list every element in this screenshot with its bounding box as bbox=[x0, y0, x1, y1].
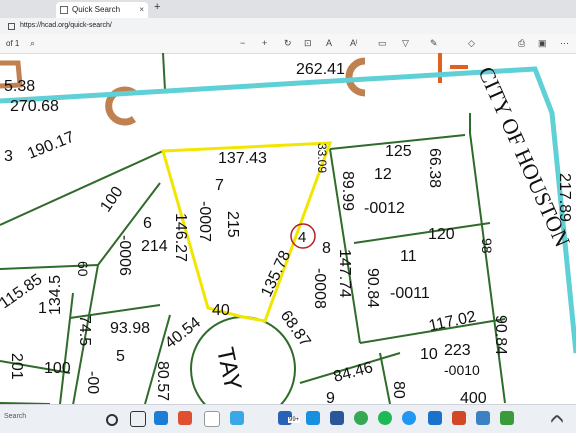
save-icon[interactable]: ▣ bbox=[538, 34, 547, 53]
more-icon[interactable]: ⋯ bbox=[560, 34, 569, 53]
map-label: 11 bbox=[400, 248, 417, 265]
map-label: 134.5 bbox=[47, 275, 64, 315]
zoom-out-icon[interactable]: − bbox=[240, 34, 245, 53]
map-label: 84.46 bbox=[332, 359, 375, 386]
browser-tab-bar: Quick Search × + bbox=[0, 0, 576, 18]
map-label: -00 bbox=[84, 371, 101, 394]
map-label: 89.99 bbox=[339, 171, 356, 211]
map-label: 214 bbox=[141, 238, 168, 255]
app-icon[interactable] bbox=[204, 411, 220, 427]
map-label: 135.78 bbox=[258, 248, 294, 300]
map-label: 98 bbox=[479, 238, 495, 254]
parcel-map-svg: 262.41 5.38 270.68 190.17 3 137.43 7 33.… bbox=[0, 53, 576, 404]
map-label: -0008 bbox=[311, 268, 328, 309]
map-label: 5.38 bbox=[4, 78, 35, 95]
highlight-icon[interactable]: ✎ bbox=[430, 34, 438, 53]
browser-tab[interactable]: Quick Search × bbox=[56, 2, 148, 18]
map-label: -0011 bbox=[390, 285, 430, 302]
map-label: 400 bbox=[460, 390, 487, 404]
powerpoint-icon[interactable] bbox=[452, 411, 466, 425]
map-label: 146.27 bbox=[172, 213, 189, 262]
task-view-icon[interactable] bbox=[130, 411, 146, 427]
map-label: 90.84 bbox=[364, 268, 381, 308]
spotify-icon[interactable] bbox=[378, 411, 392, 425]
map-symbol-shape bbox=[438, 53, 468, 83]
edge-app-icon[interactable] bbox=[230, 411, 244, 425]
map-label: 201 bbox=[8, 353, 25, 380]
draw-icon[interactable]: ▽ bbox=[402, 34, 409, 53]
print-icon[interactable]: ⎙ bbox=[518, 34, 525, 53]
pdf-toolbar: of 1 ⌕ − + ↻ ⊡ A Aˡ ▭ ▽ ✎ ◇ ⎙ ▣ ⋯ bbox=[0, 34, 576, 54]
map-label: 262.41 bbox=[296, 61, 345, 78]
map-label: 7 bbox=[215, 177, 224, 194]
map-label: 270.68 bbox=[10, 98, 59, 115]
close-icon[interactable]: × bbox=[139, 2, 144, 18]
lock-icon bbox=[8, 23, 15, 30]
word-icon[interactable] bbox=[330, 411, 344, 425]
map-label: 100 bbox=[44, 360, 71, 377]
map-label: -0006 bbox=[116, 235, 133, 276]
map-label: 40 bbox=[212, 302, 230, 319]
taskbar: Search 99+ bbox=[0, 404, 576, 433]
zoom-in-icon[interactable]: + bbox=[262, 34, 267, 53]
mail-badge: 99+ bbox=[288, 417, 301, 423]
cortana-icon[interactable] bbox=[106, 414, 118, 426]
map-label: 8 bbox=[322, 240, 331, 257]
ie-icon[interactable] bbox=[428, 411, 442, 425]
new-tab-button[interactable]: + bbox=[154, 1, 160, 13]
map-label: -0012 bbox=[364, 200, 405, 217]
map-label: 10 bbox=[420, 346, 438, 363]
map-label: 9 bbox=[326, 390, 335, 404]
map-label: 100 bbox=[97, 184, 126, 216]
map-label: 6 bbox=[143, 215, 152, 232]
map-label: 120 bbox=[428, 226, 455, 243]
map-label: 147.74 bbox=[336, 249, 353, 298]
read-aloud-icon[interactable]: A bbox=[326, 34, 332, 53]
address-bar[interactable]: https://hcad.org/quick-search/ bbox=[0, 18, 576, 34]
map-label: 215 bbox=[224, 211, 241, 238]
store-icon[interactable] bbox=[178, 411, 192, 425]
page-icon bbox=[60, 6, 68, 14]
map-label: 74.5 bbox=[76, 315, 93, 346]
cul-de-sac bbox=[190, 316, 296, 404]
view-icon[interactable]: ▭ bbox=[378, 34, 387, 53]
text-icon[interactable]: Aˡ bbox=[350, 34, 357, 53]
taskbar-search-caption[interactable]: Search bbox=[4, 413, 26, 420]
tab-title: Quick Search bbox=[72, 5, 121, 14]
map-label: -0010 bbox=[444, 362, 480, 378]
map-label: 93.98 bbox=[110, 320, 150, 337]
browser-icon[interactable] bbox=[402, 411, 416, 425]
map-label: 5 bbox=[116, 348, 125, 365]
map-label: 117.02 bbox=[427, 308, 477, 335]
page-indicator: of 1 bbox=[6, 39, 20, 48]
map-label: 12 bbox=[374, 166, 392, 183]
map-label: 60 bbox=[75, 261, 91, 277]
map-label: 137.43 bbox=[218, 150, 267, 167]
edge-icon[interactable] bbox=[154, 411, 168, 425]
onedrive-icon[interactable] bbox=[306, 411, 320, 425]
chrome-icon[interactable] bbox=[354, 411, 368, 425]
map-label: 80.57 bbox=[154, 361, 171, 401]
map-label: 90.84 bbox=[492, 315, 509, 355]
chevron-up-icon[interactable] bbox=[549, 413, 565, 429]
parcel-map[interactable]: 262.41 5.38 270.68 190.17 3 137.43 7 33.… bbox=[0, 53, 576, 404]
map-label: -0007 bbox=[196, 201, 213, 242]
fit-page-icon[interactable]: ⊡ bbox=[304, 34, 312, 53]
map-label: 125 bbox=[385, 143, 412, 160]
search-icon[interactable]: ⌕ bbox=[30, 34, 35, 53]
map-label: 223 bbox=[444, 342, 471, 359]
map-label: 190.17 bbox=[25, 129, 77, 163]
erase-icon[interactable]: ◇ bbox=[468, 34, 475, 53]
rotate-icon[interactable]: ↻ bbox=[284, 34, 292, 53]
app-tile-icon[interactable] bbox=[500, 411, 514, 425]
map-label: 80 bbox=[390, 381, 407, 399]
photos-icon[interactable] bbox=[476, 411, 490, 425]
url-text: https://hcad.org/quick-search/ bbox=[20, 22, 112, 29]
map-label: 33.09 bbox=[315, 143, 329, 173]
map-label: 1 bbox=[38, 300, 47, 317]
parcel-marker-number: 4 bbox=[298, 229, 306, 246]
map-label: 3 bbox=[4, 148, 13, 165]
map-label: 66.38 bbox=[426, 148, 443, 188]
